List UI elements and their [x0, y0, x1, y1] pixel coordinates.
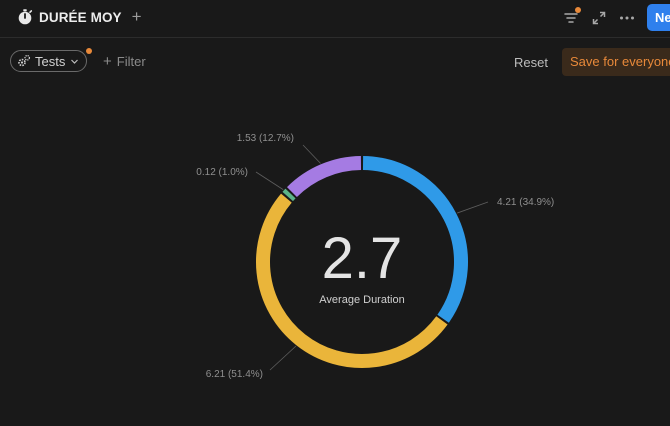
slice-leader-line [255, 171, 284, 190]
slice-label: 1.53 (12.7%) [237, 133, 294, 144]
slice-label: 4.21 (34.9%) [497, 197, 554, 208]
duration-donut-chart: 4.21 (34.9%) 6.21 (51.4%) 0.12 (1.0%) 1.53 … [196, 133, 554, 380]
slice-leader-line [457, 201, 489, 214]
average-duration-value: 2.7 [321, 226, 403, 291]
slice-leader-line [269, 345, 297, 371]
donut-slice[interactable] [282, 188, 296, 202]
average-duration-label: Average Duration [319, 294, 405, 306]
donut-slice[interactable] [287, 156, 362, 198]
slice-leader-line [302, 144, 321, 164]
slice-label: 6.21 (51.4%) [206, 369, 263, 380]
slice-label: 0.12 (1.0%) [196, 167, 248, 178]
